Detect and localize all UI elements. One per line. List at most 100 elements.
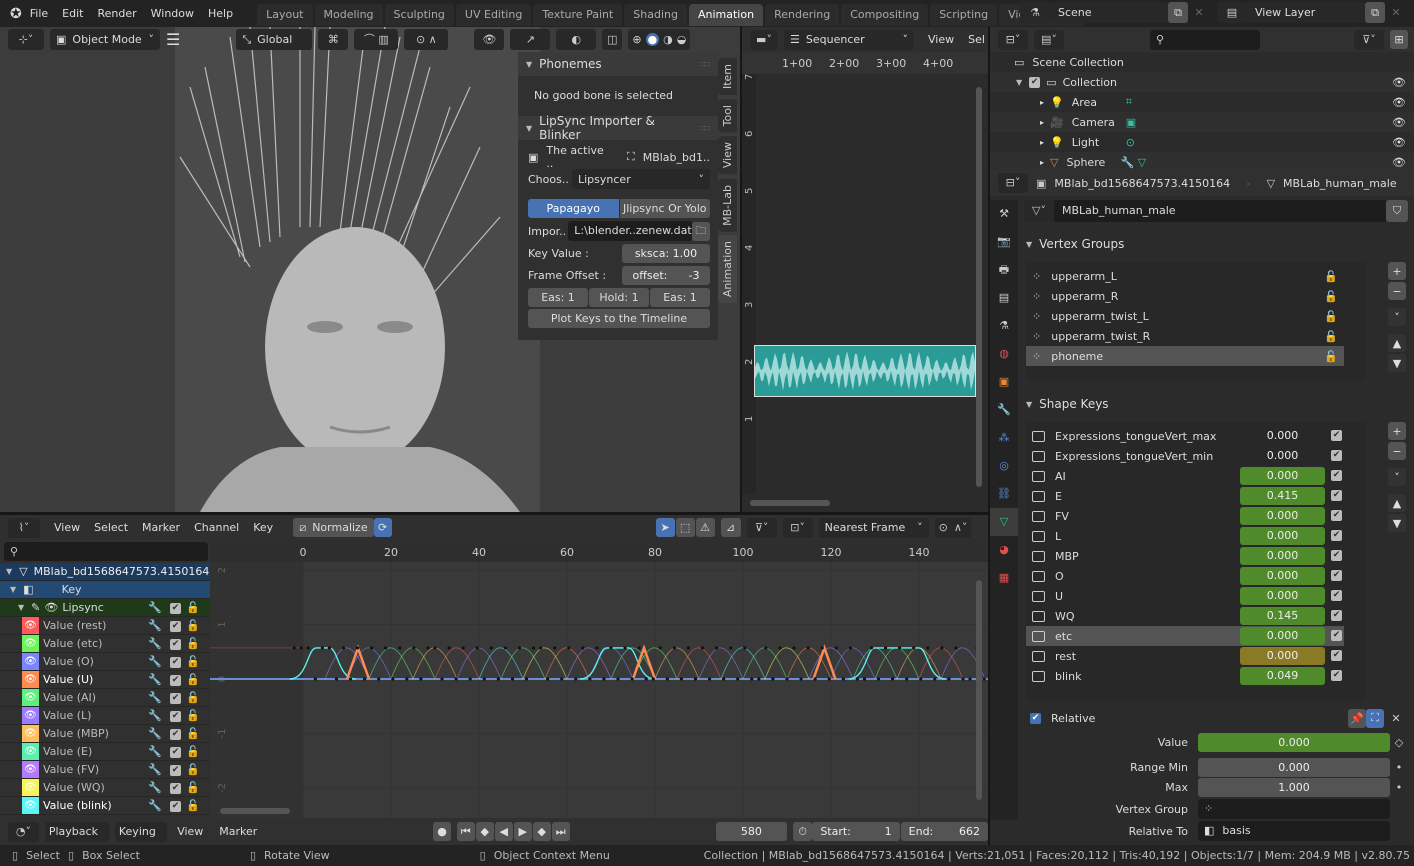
shape-key-value[interactable]: 0.000 [1240,547,1325,565]
tool-icon[interactable]: ⚒ [990,200,1018,228]
outliner-item-light[interactable]: ▸ 💡 Light ⊙ 👁 [990,132,1414,152]
texture-icon[interactable]: ▦ [990,564,1018,592]
stopwatch-icon[interactable]: ⏱ [793,822,813,841]
vertex-group-item[interactable]: ⁘ phoneme 🔓 [1026,346,1344,366]
view-layer-selector[interactable]: ▤ View Layer ⧉ ✕ [1217,2,1407,23]
render-icon[interactable]: 📷 [990,228,1018,256]
fcurve-channel[interactable]: 👁 Value (U) 🔧 ✔ 🔓 [0,671,210,689]
tab-modeling[interactable]: Modeling [314,4,383,26]
channel-color-eye-icon[interactable]: 👁 [22,707,39,724]
edit-mode-icon[interactable]: ⛶ [1366,708,1384,728]
lock-icon[interactable]: 🔓 [1324,270,1338,283]
remove-icon[interactable]: − [1388,442,1406,460]
mesh-data-icon[interactable]: ▽ [990,508,1018,536]
expand-icon[interactable]: ▼ [10,585,16,594]
object-icon[interactable]: ▣ [990,368,1018,396]
drag-handle-icon[interactable]: ∷∷ [700,60,710,69]
lock-icon[interactable]: 🔓 [186,673,200,686]
channel-color-eye-icon[interactable]: 👁 [22,725,39,742]
relative-checkbox[interactable]: ✔ [1030,712,1041,724]
papagayo-tab[interactable]: Papagayo [528,198,619,218]
normalize-toggle[interactable]: ⧄ Normalize [293,518,374,537]
fake-user-icon[interactable]: ⛉ [1386,200,1408,222]
graph-area[interactable]: 020406080100120140210-1-2 [210,540,988,818]
wrench-icon[interactable]: 🔧 [148,691,162,704]
blender-logo-icon[interactable]: ✪ [10,6,22,22]
record-icon[interactable]: ● [433,822,451,841]
channel-color-eye-icon[interactable]: 👁 [22,779,39,796]
mute-checkbox[interactable]: ✔ [170,693,181,704]
vertex-group-item[interactable]: ⁘ upperarm_twist_L 🔓 [1026,306,1344,326]
specials-menu-icon[interactable]: ˅ [1388,468,1406,486]
mode-dropdown[interactable]: ▣ Object Mode ˅ [50,29,160,50]
material-icon[interactable]: ◕ [990,536,1018,564]
wrench-icon[interactable]: 🔧 [148,655,162,668]
editor-type-icon[interactable]: ◔˅ [8,821,39,842]
expand-icon[interactable]: ▼ [1016,78,1022,87]
outliner-item-camera[interactable]: ▸ 🎥 Camera ▣ 👁 [990,112,1414,132]
shape-key-value[interactable]: 0.000 [1240,447,1325,465]
lock-icon[interactable]: 🔓 [186,619,200,632]
outliner-item-sphere[interactable]: ▸ ▽ Sphere 🔧 ▽ 👁 [990,152,1414,172]
sidebar-tab-mb-lab[interactable]: MB-Lab [718,178,737,232]
shape-key-value[interactable]: 0.415 [1240,487,1325,505]
shape-key-value[interactable]: 0.000 [1240,627,1325,645]
tab-texture-paint[interactable]: Texture Paint [533,4,623,26]
box-select-icon[interactable]: ⬚ [675,518,695,537]
scene-selector[interactable]: ⚗ Scene ⧉ ✕ [1020,2,1210,23]
exclude-checkbox[interactable]: ✔ [1029,76,1041,88]
tab-rendering[interactable]: Rendering [765,4,840,26]
wrench-icon[interactable]: 🔧 [148,727,162,740]
lock-icon[interactable]: 🔓 [186,745,200,758]
shape-key-item[interactable]: Expressions_tongueVert_min 0.000 ✔ [1026,446,1344,466]
menu-render[interactable]: Render [97,7,136,20]
vertex-group-item[interactable]: ⁘ upperarm_R 🔓 [1026,286,1344,306]
lock-icon[interactable]: 🔓 [186,727,200,740]
close-icon[interactable]: ✕ [1385,6,1407,19]
mute-checkbox[interactable]: ✔ [170,747,181,758]
vertex-groups-header[interactable]: ▼ Vertex Groups [1018,232,1414,256]
solid-shading-icon[interactable]: ● [645,33,660,46]
shape-key-mute-checkbox[interactable]: ✔ [1331,450,1342,461]
expand-icon[interactable]: ▼ [6,567,12,576]
end-frame-field[interactable]: End: 662 [900,822,988,841]
specials-menu-icon[interactable]: ˅ [1388,308,1406,326]
mute-checkbox[interactable]: ✔ [170,675,181,686]
view-layer-icon[interactable]: ▤ [990,284,1018,312]
snap-dropdown[interactable]: Nearest Frame ˅ [818,517,929,538]
wrench-icon[interactable]: 🔧 [148,601,162,614]
mute-checkbox[interactable]: ✔ [170,729,181,740]
expand-icon[interactable]: ▸ [1040,118,1044,127]
mute-checkbox[interactable]: ✔ [170,657,181,668]
sidebar-tab-tool[interactable]: Tool [718,99,737,133]
fcurve-channel[interactable]: 👁 Value (E) 🔧 ✔ 🔓 [0,743,210,761]
editor-type-icon[interactable]: ⌇˅ [8,517,40,538]
value-field[interactable]: 0.000 [1198,732,1390,752]
view-menu[interactable]: View [177,825,203,838]
sequencer-mode-dropdown[interactable]: ☰ Sequencer ˅ [784,29,914,50]
max-field[interactable]: 1.000 [1198,777,1390,797]
move-up-icon[interactable]: ▲ [1388,334,1406,352]
shape-key-item[interactable]: O 0.000 ✔ [1026,566,1344,586]
select-cursor-icon[interactable]: ➤ [655,518,675,537]
shape-key-item[interactable]: MBP 0.000 ✔ [1026,546,1344,566]
horizontal-scrollbar[interactable] [750,500,830,506]
range-min-field[interactable]: 0.000 [1198,757,1390,777]
expand-icon[interactable]: ▸ [1040,138,1044,147]
scene-icon[interactable]: ⚗ [990,312,1018,340]
only-selected-icon[interactable]: ⊿ [720,518,741,537]
outliner-item-area[interactable]: ▸ 💡 Area ⌗ 👁 [990,92,1414,112]
lock-icon[interactable]: 🔓 [1324,290,1338,303]
outliner-collection[interactable]: ▼ ✔ ▭ Collection 👁 [990,72,1414,92]
shape-key-mute-checkbox[interactable]: ✔ [1331,470,1342,481]
hold-field[interactable]: Hold: 1 [589,287,649,307]
sidebar-tab-view[interactable]: View [718,136,737,175]
lock-icon[interactable]: 🔓 [1324,330,1338,343]
filter-icon[interactable]: ⊽˅ [1354,29,1384,50]
mesh-data-selector[interactable]: ▽˅ MBLab_human_male ⛉ [1024,200,1408,222]
mute-checkbox[interactable]: ✔ [170,639,181,650]
lock-icon[interactable]: 🔓 [186,637,200,650]
next-keyframe-icon[interactable]: ◆ [532,822,551,841]
mute-checkbox[interactable]: ✔ [170,765,181,776]
editor-type-icon[interactable]: ⊟˅ [998,29,1028,50]
